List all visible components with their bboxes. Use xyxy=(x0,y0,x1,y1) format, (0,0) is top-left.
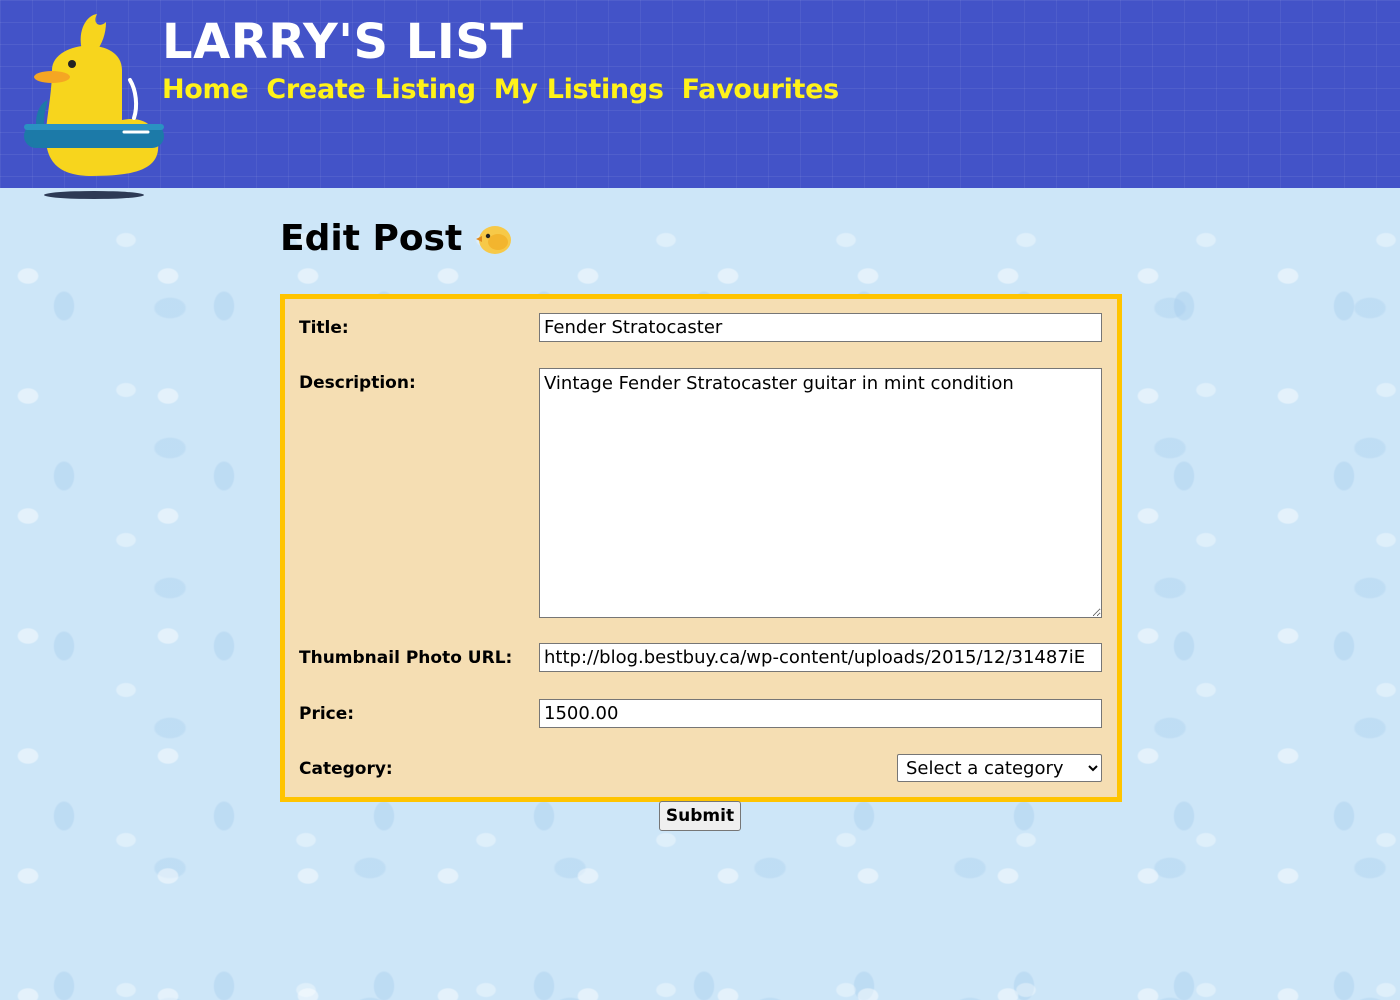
description-textarea[interactable]: Vintage Fender Stratocaster guitar in mi… xyxy=(539,368,1102,618)
nav-my-listings-link[interactable]: My Listings xyxy=(494,74,664,105)
submit-button[interactable]: Submit xyxy=(659,801,741,831)
title-input[interactable] xyxy=(539,313,1102,342)
thumbnail-label: Thumbnail Photo URL: xyxy=(299,648,513,668)
nav-create-listing-link[interactable]: Create Listing xyxy=(266,74,476,105)
page-title-text: Edit Post xyxy=(280,218,463,259)
title-label: Title: xyxy=(299,318,349,338)
baby-chick-icon xyxy=(476,225,512,254)
edit-post-form: Title: Description: Vintage Fender Strat… xyxy=(280,294,1122,802)
price-label: Price: xyxy=(299,704,355,724)
category-select[interactable]: Select a category xyxy=(897,754,1102,782)
site-title[interactable]: LARRY'S LIST xyxy=(162,14,524,70)
page-title: Edit Post xyxy=(280,218,512,259)
thumbnail-url-input[interactable] xyxy=(539,643,1102,672)
nav-home-link[interactable]: Home xyxy=(162,74,249,105)
site-header: LARRY'S LIST Home Create Listing My List… xyxy=(0,0,1400,199)
rubber-duck-icon[interactable] xyxy=(22,10,168,202)
nav-favourites-link[interactable]: Favourites xyxy=(682,74,840,105)
category-label: Category: xyxy=(299,759,393,779)
main-nav: Home Create Listing My Listings Favourit… xyxy=(162,74,839,105)
price-input[interactable] xyxy=(539,699,1102,728)
description-label: Description: xyxy=(299,373,416,393)
